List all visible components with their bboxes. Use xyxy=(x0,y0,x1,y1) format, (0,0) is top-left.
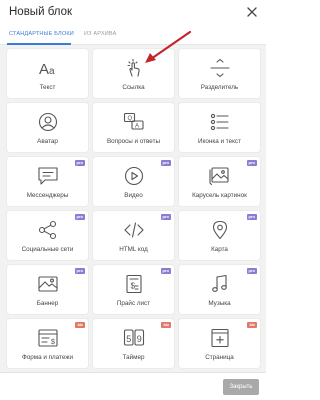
block-card-icon-text-list[interactable]: Иконка и текст xyxy=(179,103,260,152)
block-label: Аватар xyxy=(37,138,58,145)
tab-archive[interactable]: Из архива xyxy=(84,31,116,37)
block-card-divider[interactable]: Разделитель xyxy=(179,49,260,98)
block-label: Мессенджеры xyxy=(26,192,69,199)
block-label: Карта xyxy=(211,246,228,253)
block-card-tap-hand[interactable]: Ссылка xyxy=(93,49,174,98)
block-label: Музыка xyxy=(208,300,231,307)
block-label: Иконка и текст xyxy=(198,138,241,145)
tap-hand-icon xyxy=(123,58,145,78)
timer-icon: 59 xyxy=(123,328,145,348)
divider-icon xyxy=(209,58,231,78)
map-pin-icon xyxy=(209,220,231,240)
svg-text:$: $ xyxy=(51,339,55,346)
block-card-banner-image[interactable]: Баннер pro xyxy=(7,265,88,314)
messenger-icon xyxy=(37,166,59,186)
pro-badge: pro xyxy=(160,214,171,220)
block-label: Карусель картинок xyxy=(192,192,247,199)
pro-badge: pro xyxy=(74,160,85,166)
block-card-map-pin[interactable]: Карта pro xyxy=(179,211,260,260)
block-label: Ссылка xyxy=(122,84,145,91)
avatar-icon xyxy=(37,112,59,132)
blocks-grid: Aa Текст Ссылка Разделитель Аватар Q A Вопросы … xyxy=(7,49,260,368)
pro-badge: pro xyxy=(246,268,257,274)
block-label: Вопросы и ответы xyxy=(106,138,161,145)
block-label: Прайс лист xyxy=(116,300,151,307)
svg-text:A: A xyxy=(39,61,49,78)
close-icon[interactable] xyxy=(246,5,258,17)
block-label: Таймер xyxy=(122,354,145,361)
form-payment-icon: $ xyxy=(37,328,59,348)
svg-text:9: 9 xyxy=(136,334,141,344)
tab-standard-blocks[interactable]: Стандартные блоки xyxy=(9,31,74,37)
icon-text-list-icon xyxy=(209,112,231,132)
block-card-form-payment[interactable]: $ Форма и платежи biz xyxy=(7,319,88,368)
biz-badge: biz xyxy=(75,322,85,328)
biz-badge: biz xyxy=(247,322,257,328)
block-label: Форма и платежи xyxy=(21,354,74,361)
blocks-area: Aa Текст Ссылка Разделитель Аватар Q A Вопросы … xyxy=(0,45,266,372)
block-card-music-note[interactable]: Музыка pro xyxy=(179,265,260,314)
block-label: Баннер xyxy=(36,300,59,307)
share-icon xyxy=(37,220,59,240)
pro-badge: pro xyxy=(74,214,85,220)
block-card-share[interactable]: Социальные сети pro xyxy=(7,211,88,260)
pro-badge: pro xyxy=(246,214,257,220)
pro-badge: pro xyxy=(160,268,171,274)
block-card-page-add[interactable]: Страница biz xyxy=(179,319,260,368)
pro-badge: pro xyxy=(74,268,85,274)
block-card-messenger[interactable]: Мессенджеры pro xyxy=(7,157,88,206)
video-play-icon xyxy=(123,166,145,186)
code-icon xyxy=(123,220,145,240)
svg-text:a: a xyxy=(49,66,55,77)
biz-badge: biz xyxy=(161,322,171,328)
svg-text:5: 5 xyxy=(126,334,131,344)
block-card-avatar[interactable]: Аватар xyxy=(7,103,88,152)
block-card-text-aa[interactable]: Aa Текст xyxy=(7,49,88,98)
svg-text:A: A xyxy=(135,124,139,130)
block-card-video-play[interactable]: Видео pro xyxy=(93,157,174,206)
text-aa-icon: Aa xyxy=(37,58,59,78)
close-button[interactable]: Закрыть xyxy=(223,379,259,395)
tab-bar: Стандартные блоки Из архива xyxy=(0,26,266,45)
block-label: Разделитель xyxy=(200,84,239,91)
block-card-timer[interactable]: 5 9 Таймер biz xyxy=(93,319,174,368)
image-carousel-icon xyxy=(208,166,231,186)
block-label: Социальные сети xyxy=(21,246,74,253)
block-card-image-carousel[interactable]: Карусель картинок pro xyxy=(179,157,260,206)
page-add-icon xyxy=(209,328,231,348)
pro-badge: pro xyxy=(246,160,257,166)
dialog-header: Новый блок xyxy=(0,0,266,26)
qa-icon: QA xyxy=(123,112,145,132)
svg-text:Q: Q xyxy=(127,116,132,122)
dialog-title: Новый блок xyxy=(9,6,73,18)
pro-badge: pro xyxy=(160,160,171,166)
dialog-footer: Закрыть xyxy=(0,372,266,400)
price-list-icon: $ xyxy=(123,274,145,294)
block-card-price-list[interactable]: $ Прайс лист pro xyxy=(93,265,174,314)
block-label: HTML код xyxy=(119,246,148,253)
block-card-qa[interactable]: Q A Вопросы и ответы xyxy=(93,103,174,152)
block-label: Видео xyxy=(124,192,143,199)
music-note-icon xyxy=(209,274,231,294)
block-label: Текст xyxy=(39,84,56,91)
block-label: Страница xyxy=(205,354,234,361)
banner-image-icon xyxy=(37,274,59,294)
block-card-code[interactable]: HTML код pro xyxy=(93,211,174,260)
